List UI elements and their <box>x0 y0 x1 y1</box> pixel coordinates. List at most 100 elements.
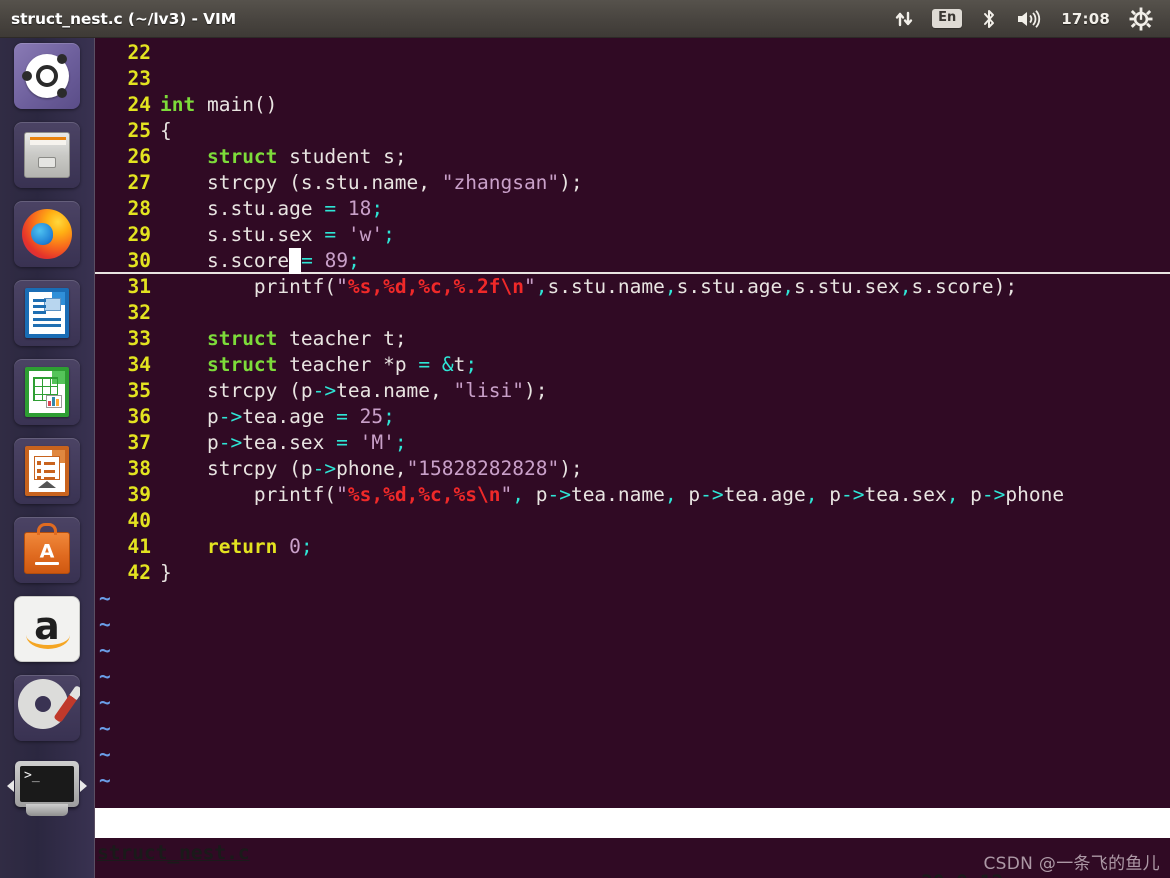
line-number: 29 <box>127 223 151 246</box>
code-line[interactable]: 32 <box>95 300 1170 326</box>
network-up-down-icon[interactable] <box>885 0 923 38</box>
launcher-item-files[interactable] <box>14 122 80 188</box>
code-line[interactable]: 22 <box>95 40 1170 66</box>
code-token: struct <box>206 353 278 376</box>
code-line[interactable]: 41 return 0; <box>95 534 1170 560</box>
code-token: s.score <box>160 249 290 272</box>
code-token: "15828282828" <box>406 457 560 480</box>
code-line[interactable]: 37 p->tea.sex = 'M'; <box>95 430 1170 456</box>
code-token: , <box>805 483 818 506</box>
code-token: " <box>500 483 513 506</box>
code-token: -> <box>312 457 337 480</box>
code-line[interactable]: 24 int main() <box>95 92 1170 118</box>
code-token: ; <box>371 197 384 220</box>
terminal-window[interactable]: 22 23 24 int main() 25 {26 struct student… <box>95 38 1170 878</box>
gear-power-icon[interactable] <box>1120 0 1162 38</box>
line-gutter-gap <box>151 222 160 248</box>
line-gutter-gap <box>151 456 160 482</box>
launcher-item-libreoffice-calc[interactable] <box>14 359 80 425</box>
launcher-item-libreoffice-impress[interactable] <box>14 438 80 504</box>
code-line[interactable]: 31 printf("%s,%d,%c,%.2f\n",s.stu.name,s… <box>95 274 1170 300</box>
code-token: teacher *p <box>277 353 419 376</box>
line-gutter-gap <box>151 378 160 404</box>
bluetooth-icon[interactable] <box>971 0 1007 38</box>
code-token: s.score); <box>911 275 1018 298</box>
code-token: , <box>899 275 912 298</box>
code-token: tea.sex <box>242 431 337 454</box>
launcher-item-system-settings[interactable] <box>14 675 80 741</box>
code-line[interactable]: 42 } <box>95 560 1170 586</box>
empty-line-marker: ~ <box>95 768 1170 794</box>
code-token: p <box>817 483 842 506</box>
line-number: 27 <box>127 171 151 194</box>
code-line[interactable]: 36 p->tea.age = 25; <box>95 404 1170 430</box>
code-token: = <box>324 223 337 246</box>
code-line[interactable]: 35 strcpy (p->tea.name, "lisi"); <box>95 378 1170 404</box>
line-number: 24 <box>127 93 151 116</box>
code-token: , <box>535 275 548 298</box>
line-gutter-gap <box>151 508 160 534</box>
line-number: 39 <box>127 483 151 506</box>
code-line[interactable]: 34 struct teacher *p = &t; <box>95 352 1170 378</box>
code-line[interactable]: 38 strcpy (p->phone,"15828282828"); <box>95 456 1170 482</box>
code-token: , <box>946 483 959 506</box>
code-token: & <box>441 353 454 376</box>
code-line[interactable]: 28 s.stu.age = 18; <box>95 196 1170 222</box>
input-method-indicator[interactable]: En <box>923 0 971 38</box>
code-line[interactable]: 25 { <box>95 118 1170 144</box>
code-token: -> <box>841 483 865 506</box>
tilde-icon: ~ <box>99 769 111 792</box>
code-line[interactable]: 30 s.score = 89; <box>95 248 1170 274</box>
terminal-icon: >_ <box>15 761 79 807</box>
line-number: 42 <box>127 561 151 584</box>
code-token: "zhangsan" <box>441 171 560 194</box>
code-token: 0 <box>289 535 301 558</box>
code-token: 25 <box>359 405 384 428</box>
code-token: ; <box>394 431 407 454</box>
code-token: " <box>336 275 348 298</box>
line-gutter-gap <box>151 482 160 508</box>
code-token: -> <box>218 431 243 454</box>
line-gutter-gap <box>151 274 160 300</box>
line-number: 35 <box>127 379 151 402</box>
code-line[interactable]: 39 printf("%s,%d,%c,%s\n", p->tea.name, … <box>95 482 1170 508</box>
ubuntu-software-icon: A <box>24 523 70 574</box>
launcher-item-dash-home[interactable] <box>14 43 80 109</box>
code-line[interactable]: 23 <box>95 66 1170 92</box>
code-token: t <box>453 353 466 376</box>
terminal-prompt: >_ <box>20 766 74 802</box>
launcher-item-amazon[interactable]: a <box>14 596 80 662</box>
code-token: -> <box>547 483 571 506</box>
code-line[interactable]: 27 strcpy (s.stu.name, "zhangsan"); <box>95 170 1170 196</box>
code-line[interactable]: 33 struct teacher t; <box>95 326 1170 352</box>
unity-launcher: A a >_ <box>0 38 95 878</box>
vim-buffer[interactable]: 22 23 24 int main() 25 {26 struct student… <box>95 38 1170 800</box>
line-number: 34 <box>127 353 151 376</box>
code-line[interactable]: 29 s.stu.sex = 'w'; <box>95 222 1170 248</box>
code-token: , <box>512 483 524 506</box>
code-token: , <box>664 483 677 506</box>
code-line[interactable]: 40 <box>95 508 1170 534</box>
line-number: 36 <box>127 405 151 428</box>
code-token: = <box>324 197 337 220</box>
clock[interactable]: 17:08 <box>1051 10 1120 28</box>
launcher-item-firefox[interactable] <box>14 201 80 267</box>
launcher-item-libreoffice-writer[interactable] <box>14 280 80 346</box>
line-gutter-gap <box>151 66 160 92</box>
line-number: 23 <box>127 67 151 90</box>
line-number: 25 <box>127 119 151 142</box>
launcher-item-terminal[interactable]: >_ <box>7 754 87 816</box>
code-token: s.stu.age <box>160 197 325 220</box>
volume-icon[interactable] <box>1007 0 1051 38</box>
line-gutter-gap <box>151 560 160 586</box>
tilde-icon: ~ <box>99 691 111 714</box>
tilde-icon: ~ <box>99 743 111 766</box>
code-token: } <box>160 561 172 584</box>
code-token: p <box>523 483 548 506</box>
launcher-item-ubuntu-software[interactable]: A <box>14 517 80 583</box>
line-gutter-gap <box>151 534 160 560</box>
code-token: = <box>336 405 348 428</box>
code-line[interactable]: 26 struct student s; <box>95 144 1170 170</box>
line-gutter-gap <box>151 92 160 118</box>
